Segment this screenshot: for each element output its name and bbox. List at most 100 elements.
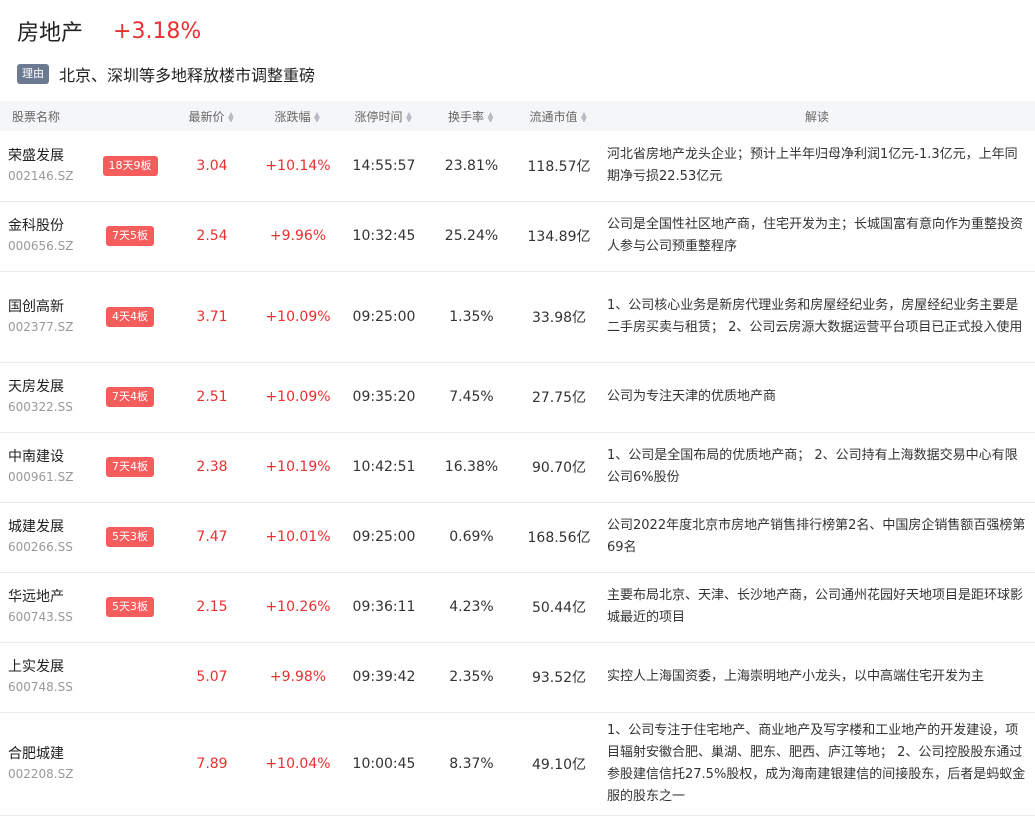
sort-icon[interactable]: ▲ ▼ bbox=[405, 112, 414, 122]
stock-name[interactable]: 合肥城建 bbox=[8, 744, 88, 764]
cap-cell: 90.70亿 bbox=[531, 460, 587, 476]
badge-cell: 5天3板 bbox=[88, 572, 172, 642]
table-row[interactable]: 华远地产 600743.SS 5天3板 2.15 +10.26% 09:36:11 4.23… bbox=[0, 572, 1035, 642]
turnover-cell: 1.35% bbox=[449, 308, 494, 325]
table-row[interactable]: 上实发展 600748.SS 5.07 +9.98% 09:39:42 2.35% 93.5… bbox=[0, 642, 1035, 712]
stock-name[interactable]: 华远地产 bbox=[8, 587, 88, 607]
limit-time-cell: 09:39:42 bbox=[352, 669, 416, 685]
stock-name[interactable]: 中南建设 bbox=[8, 447, 88, 467]
stock-code: 002146.SZ bbox=[8, 168, 74, 183]
table-row[interactable]: 荣盛发展 002146.SZ 18天9板 3.04 +10.14% 14:55:57 23.… bbox=[0, 131, 1035, 201]
reason-line: 理由 北京、深圳等多地释放楼市调整重磅 bbox=[17, 61, 315, 87]
cap-cell: 118.57亿 bbox=[527, 158, 591, 175]
desc-cell: 1、公司核心业务是新房代理业务和房屋经纪业务，房屋经纪业务主要是二手房买卖与租赁… bbox=[607, 297, 1023, 335]
stock-name[interactable]: 上实发展 bbox=[8, 657, 88, 677]
turnover-cell: 25.24% bbox=[444, 228, 499, 244]
table-row[interactable]: 天房发展 600322.SS 7天4板 2.51 +10.09% 09:35:20 7.45… bbox=[0, 362, 1035, 432]
header-badge-spacer bbox=[88, 101, 172, 131]
stock-name[interactable]: 天房发展 bbox=[8, 377, 88, 397]
desc-cell: 1、公司专注于住宅地产、商业地产及写字楼和工业地产的开发建设，项目辐射安徽合肥、… bbox=[607, 722, 1026, 804]
change-cell: +10.04% bbox=[265, 755, 331, 772]
limit-time-cell: 09:25:00 bbox=[352, 308, 416, 325]
limit-time-cell: 10:32:45 bbox=[352, 228, 416, 244]
stock-cell[interactable]: 天房发展 600322.SS bbox=[0, 362, 88, 432]
stock-table: 股票名称 最新价 ▲ ▼ 涨跌幅 ▲ ▼ 涨停时间 ▲ ▼ 换手率 ▲ ▼ 流通市值 ▲ ▼ 解读 … bbox=[0, 101, 1035, 816]
sort-icon[interactable]: ▲ ▼ bbox=[486, 112, 495, 122]
stock-name[interactable]: 城建发展 bbox=[8, 517, 88, 537]
table-row[interactable]: 中南建设 000961.SZ 7天4板 2.38 +10.19% 10:42:51 16.3… bbox=[0, 432, 1035, 502]
limit-up-badge: 7天4板 bbox=[106, 387, 154, 407]
turnover-cell: 8.37% bbox=[449, 755, 494, 772]
limit-up-badge: 4天4板 bbox=[106, 306, 154, 327]
stock-cell[interactable]: 华远地产 600743.SS bbox=[0, 572, 88, 642]
stock-name[interactable]: 金科股份 bbox=[8, 216, 88, 236]
cap-cell: 33.98亿 bbox=[531, 309, 587, 326]
price-cell: 2.51 bbox=[196, 389, 228, 405]
limit-up-badge: 5天3板 bbox=[106, 597, 154, 617]
sort-icon[interactable]: ▲ ▼ bbox=[227, 112, 236, 122]
stock-code: 600322.SS bbox=[8, 400, 73, 414]
badge-cell: 4天4板 bbox=[88, 271, 172, 362]
price-cell: 5.07 bbox=[196, 669, 228, 685]
cap-cell: 134.89亿 bbox=[527, 229, 591, 245]
change-cell: +9.98% bbox=[269, 669, 327, 685]
stock-cell[interactable]: 中南建设 000961.SZ bbox=[0, 432, 88, 502]
change-cell: +10.01% bbox=[265, 529, 331, 545]
stock-cell[interactable]: 荣盛发展 002146.SZ bbox=[0, 131, 88, 201]
header-turnover[interactable]: 换手率 ▲ ▼ bbox=[424, 101, 519, 131]
header-desc: 解读 bbox=[804, 109, 829, 124]
table-header: 股票名称 最新价 ▲ ▼ 涨跌幅 ▲ ▼ 涨停时间 ▲ ▼ 换手率 ▲ ▼ 流通市值 ▲ ▼ 解读 bbox=[0, 101, 1035, 131]
cap-cell: 168.56亿 bbox=[527, 530, 591, 546]
table-row[interactable]: 国创高新 002377.SZ 4天4板 3.71 +10.09% 09:25:00 1.35… bbox=[0, 271, 1035, 362]
stock-cell[interactable]: 国创高新 002377.SZ bbox=[0, 271, 88, 362]
price-cell: 2.38 bbox=[196, 459, 228, 475]
change-cell: +10.19% bbox=[265, 459, 331, 475]
limit-up-badge: 7天4板 bbox=[106, 457, 154, 477]
table-row[interactable]: 金科股份 000656.SZ 7天5板 2.54 +9.96% 10:32:45 25.24… bbox=[0, 201, 1035, 271]
badge-cell bbox=[88, 642, 172, 712]
sort-icon[interactable]: ▲ ▼ bbox=[580, 112, 589, 122]
header-name: 股票名称 bbox=[12, 109, 61, 124]
table-row[interactable]: 合肥城建 002208.SZ 7.89 +10.04% 10:00:45 8.37% 49.… bbox=[0, 712, 1035, 815]
badge-cell: 7天4板 bbox=[88, 362, 172, 432]
cap-cell: 93.52亿 bbox=[531, 670, 587, 686]
header-limit-time[interactable]: 涨停时间 ▲ ▼ bbox=[344, 101, 424, 131]
turnover-cell: 0.69% bbox=[449, 529, 494, 545]
badge-cell: 18天9板 bbox=[88, 131, 172, 201]
turnover-cell: 23.81% bbox=[444, 157, 499, 174]
badge-cell: 7天4板 bbox=[88, 432, 172, 502]
change-cell: +10.26% bbox=[265, 599, 331, 615]
stock-name[interactable]: 国创高新 bbox=[8, 297, 88, 317]
header-cap[interactable]: 流通市值 ▲ ▼ bbox=[519, 101, 599, 131]
header-change[interactable]: 涨跌幅 ▲ ▼ bbox=[252, 101, 344, 131]
sort-icon[interactable]: ▲ ▼ bbox=[313, 112, 322, 122]
change-cell: +9.96% bbox=[269, 228, 327, 244]
desc-cell: 公司是全国性社区地产商，住宅开发为主；长城国富有意向作为重整投资人参与公司预重整… bbox=[607, 217, 1024, 254]
desc-cell: 1、公司是全国布局的优质地产商； 2、公司持有上海数据交易中心有限公司6%股份 bbox=[607, 448, 1018, 485]
desc-cell: 公司为专注天津的优质地产商 bbox=[607, 389, 777, 404]
stock-cell[interactable]: 合肥城建 002208.SZ bbox=[0, 712, 88, 815]
sector-header: 房地产 +3.18% bbox=[17, 14, 201, 48]
price-cell: 3.71 bbox=[196, 308, 228, 325]
table-row[interactable]: 城建发展 600266.SS 5天3板 7.47 +10.01% 09:25:00 0.69… bbox=[0, 502, 1035, 572]
stock-name[interactable]: 荣盛发展 bbox=[8, 146, 88, 166]
price-cell: 3.04 bbox=[196, 157, 228, 174]
stock-cell[interactable]: 上实发展 600748.SS bbox=[0, 642, 88, 712]
header-price[interactable]: 最新价 ▲ ▼ bbox=[172, 101, 252, 131]
change-cell: +10.09% bbox=[265, 389, 331, 405]
desc-cell: 公司2022年度北京市房地产销售排行榜第2名、中国房企销售额百强榜第69名 bbox=[607, 518, 1026, 555]
stock-code: 002208.SZ bbox=[8, 766, 74, 781]
desc-cell: 实控人上海国资委，上海崇明地产小龙头，以中高端住宅开发为主 bbox=[607, 669, 985, 684]
desc-cell: 主要布局北京、天津、长沙地产商，公司通州花园好天地项目是距环球影城最近的项目 bbox=[607, 588, 1024, 625]
price-cell: 7.89 bbox=[196, 755, 228, 772]
badge-cell: 7天5板 bbox=[88, 201, 172, 271]
stock-code: 600266.SS bbox=[8, 540, 73, 554]
price-cell: 2.54 bbox=[196, 228, 228, 244]
price-cell: 2.15 bbox=[196, 599, 228, 615]
stock-cell[interactable]: 金科股份 000656.SZ bbox=[0, 201, 88, 271]
stock-cell[interactable]: 城建发展 600266.SS bbox=[0, 502, 88, 572]
limit-up-badge: 18天9板 bbox=[102, 155, 158, 176]
desc-cell: 河北省房地产龙头企业；预计上半年归母净利润1亿元-1.3亿元，上年同期净亏损22… bbox=[607, 146, 1018, 184]
badge-cell bbox=[88, 712, 172, 815]
limit-time-cell: 14:55:57 bbox=[352, 157, 416, 174]
